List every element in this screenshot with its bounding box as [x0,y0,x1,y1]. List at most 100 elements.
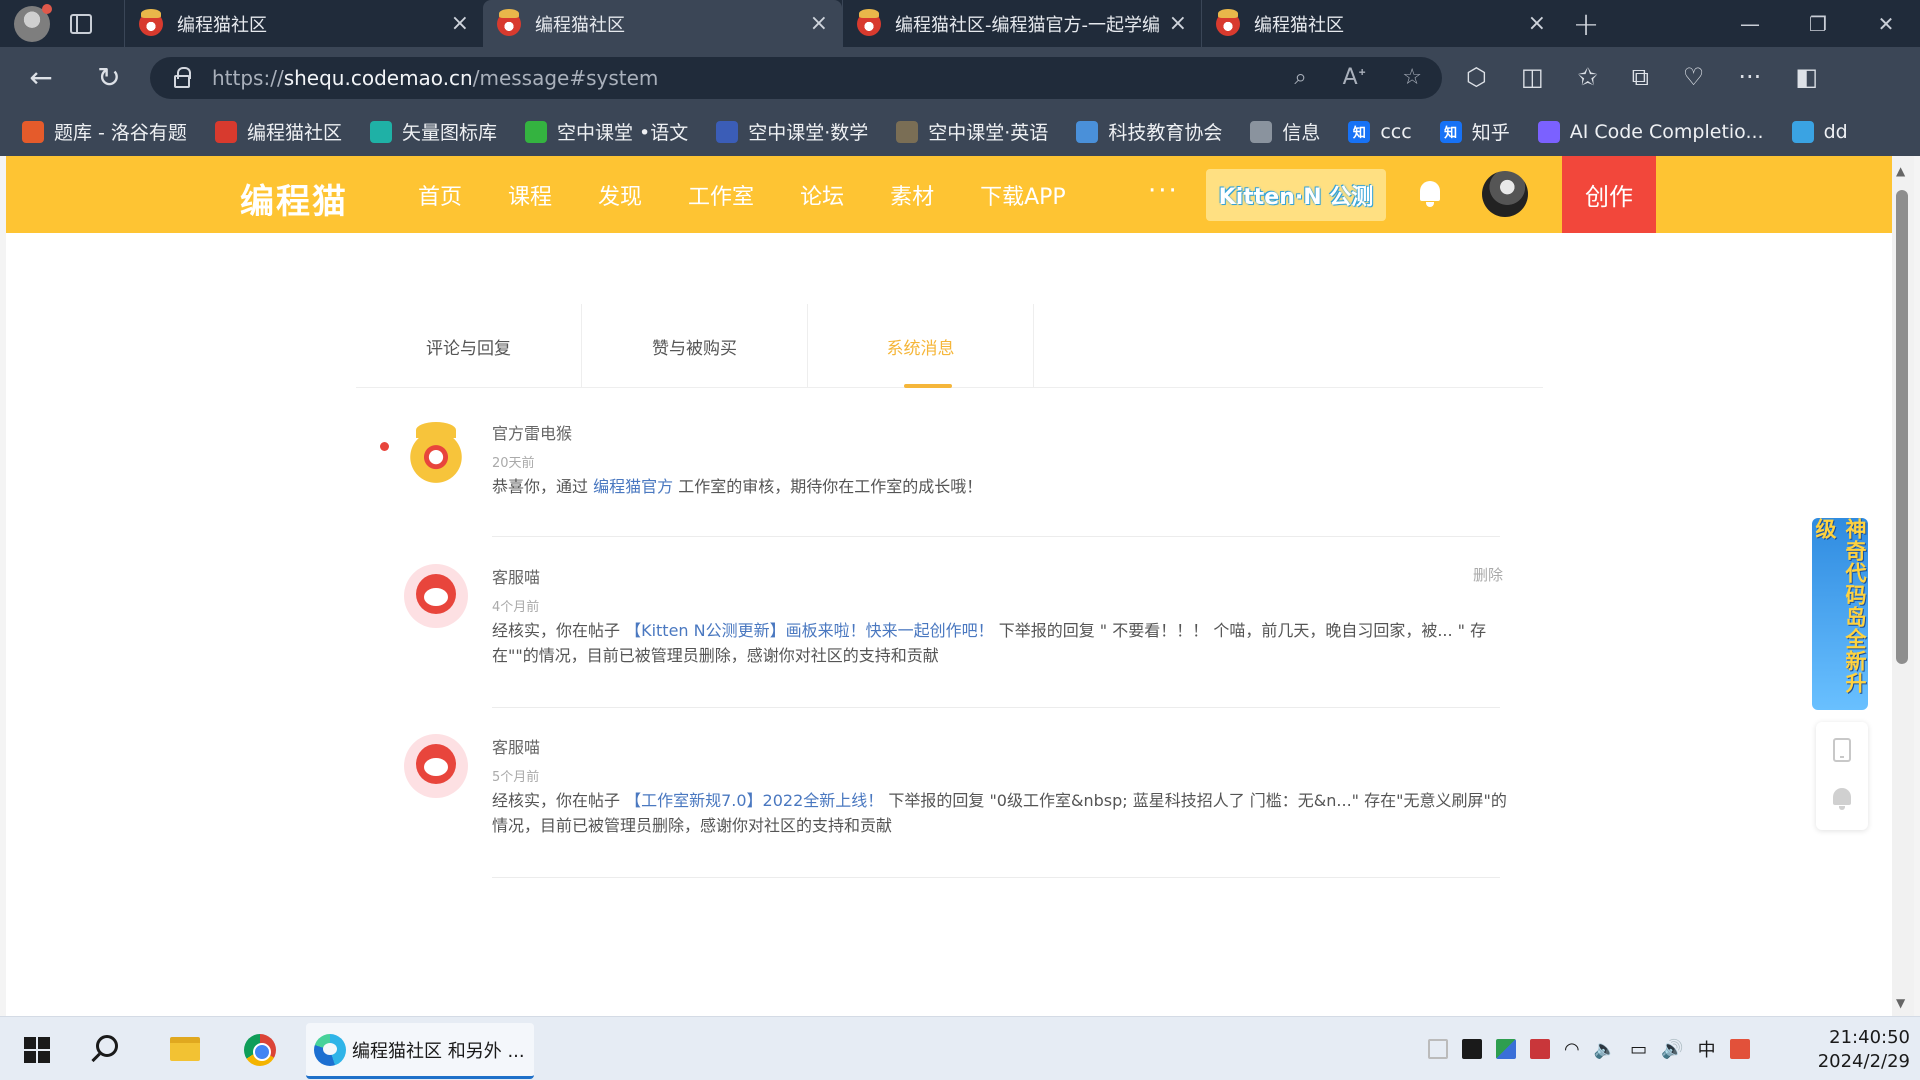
speaker-icon[interactable]: 🔈 [1594,1039,1616,1060]
codemao-favicon-icon [139,8,163,36]
tab-system-messages[interactable]: 系统消息 [808,304,1034,388]
bookmark-item[interactable]: 科技教育协会 [1076,118,1222,145]
create-button[interactable]: 创作 [1562,156,1656,233]
message-sender[interactable]: 客服喵 [492,734,540,758]
message-time: 20天前 [492,456,535,471]
bookmark-item[interactable]: 知知乎 [1439,118,1510,145]
tab-likes-purchases[interactable]: 赞与被购买 [582,304,808,388]
bookmark-item[interactable]: 题库 - 洛谷有题 [22,118,187,145]
wifi-icon[interactable]: ◠ [1564,1039,1580,1060]
windows-start-icon[interactable] [24,1037,50,1063]
chrome-icon[interactable] [244,1034,276,1066]
url-bar[interactable]: https://shequ.codemao.cn/message#system … [150,57,1442,99]
nav-more-icon[interactable]: ··· [1148,176,1179,206]
bookmark-label: 空中课堂·数学 [748,122,869,144]
site-header: 编程猫 首页 课程 发现 工作室 论坛 素材 下载APP ··· Kitten·… [6,156,1892,233]
extensions-icon[interactable]: ⬡ [1466,63,1487,91]
restore-icon[interactable]: ❐ [1784,12,1852,36]
url-text[interactable]: https://shequ.codemao.cn/message#system [212,66,658,90]
post-link[interactable]: 【工作室新规7.0】2022全新上线！ [625,791,883,810]
sidebar-toggle-icon[interactable]: ◧ [1795,63,1818,91]
url-path: /message#system [472,66,659,90]
cat-avatar[interactable] [404,734,468,798]
tab-comments-replies[interactable]: 评论与回复 [356,304,582,388]
nav-studio[interactable]: 工作室 [688,179,754,211]
side-bell-icon[interactable] [1832,788,1852,810]
scroll-down-icon[interactable]: ▼ [1896,996,1905,1010]
message-sender[interactable]: 官方雷电猴 [492,420,572,444]
site-logo[interactable]: 编程猫 [240,174,348,223]
nav-home[interactable]: 首页 [418,179,462,211]
browser-tab-2[interactable]: 编程猫社区 × [483,0,842,47]
user-avatar[interactable] [1482,171,1528,217]
nav-courses[interactable]: 课程 [508,179,552,211]
message-sender[interactable]: 客服喵 [492,564,540,588]
refresh-icon[interactable]: ↻ [82,61,136,94]
battery-icon[interactable]: ▭ [1630,1039,1647,1060]
url-bar-icons: ⌕ Aᐩ ☆ [1294,65,1422,90]
scrollbar-thumb[interactable] [1896,190,1908,664]
cat-avatar[interactable] [404,564,468,628]
close-tab-icon[interactable]: × [1528,11,1546,36]
bookmark-item[interactable]: 空中课堂 •语文 [524,118,688,145]
bookmark-item[interactable]: 知 ccc [1348,120,1412,143]
tray-app-icon[interactable] [1496,1039,1516,1059]
delete-button[interactable]: 删除 [1473,564,1503,585]
tray-app-icon[interactable] [1530,1039,1550,1059]
taskbar-search-icon[interactable] [96,1035,118,1057]
back-arrow-icon[interactable]: ← [14,61,68,94]
nav-materials[interactable]: 素材 [890,179,934,211]
notification-bell-icon[interactable] [1418,181,1442,207]
ime-indicator[interactable]: 中 [1698,1036,1716,1062]
codemao-favicon-icon [497,8,521,36]
bookmark-item[interactable]: AI Code Completio... [1537,120,1764,143]
bookmark-favicon-icon [22,120,44,143]
tray-window-icon[interactable] [1428,1039,1448,1059]
collections-icon[interactable]: ⧉ [1632,63,1649,91]
new-tab-button[interactable]: + [1560,0,1612,47]
browser-essentials-icon[interactable]: ♡ [1683,63,1705,91]
bookmark-item[interactable]: 编程猫社区 [214,118,342,145]
zoom-icon[interactable]: ⌕ [1294,65,1306,90]
message-body: 恭喜你，通过 编程猫官方 工作室的审核，期待你在工作室的成长哦！ [492,474,1512,499]
file-explorer-icon[interactable] [170,1037,200,1061]
kitten-n-beta-badge[interactable]: Kitten·N 公测 [1206,169,1386,221]
browser-tab-4[interactable]: 编程猫社区 × [1201,0,1560,47]
favorites-icon[interactable]: ✩ [1578,63,1598,91]
bookmark-item[interactable]: 空中课堂·英语 [896,118,1048,145]
nav-discover[interactable]: 发现 [598,179,642,211]
close-tab-icon[interactable]: × [810,11,828,36]
volume-icon[interactable]: 🔊 [1661,1039,1683,1060]
browser-tab-1[interactable]: 编程猫社区 × [124,0,483,47]
page-scrollbar[interactable]: ▲ ▼ [1892,156,1914,1016]
taskbar-clock[interactable]: 21:40:50 2024/2/29 [1790,1026,1910,1074]
bookmark-item[interactable]: 空中课堂·数学 [716,118,868,145]
close-tab-icon[interactable]: × [1169,11,1187,36]
nav-download-app[interactable]: 下载APP [980,179,1066,211]
browser-tab-3[interactable]: 编程猫社区-编程猫官方-一起学编 × [842,0,1201,47]
bookmark-item[interactable]: 信息 [1250,118,1320,145]
minimize-icon[interactable]: — [1716,12,1784,36]
more-options-icon[interactable]: ··· [1738,63,1761,91]
bookmark-item[interactable]: 矢量图标库 [369,118,497,145]
favorite-star-icon[interactable]: ☆ [1402,65,1422,90]
profile-avatar[interactable] [14,3,52,42]
nav-forum[interactable]: 论坛 [800,179,844,211]
sogou-ime-icon[interactable] [1729,1039,1750,1059]
scroll-up-icon[interactable]: ▲ [1896,164,1905,178]
post-link[interactable]: 【Kitten N公测更新】画板来啦！快来一起创作吧！ [625,621,994,640]
tray-app-icon[interactable] [1462,1039,1482,1059]
mobile-app-icon[interactable] [1833,738,1851,762]
split-screen-icon[interactable]: ◫ [1521,63,1544,91]
close-tab-icon[interactable]: × [451,11,469,36]
code-island-promo-banner[interactable]: 神奇代码岛全新升级 [1812,518,1868,710]
lock-icon[interactable] [174,66,191,88]
bookmark-item[interactable]: dd [1791,120,1848,143]
close-window-icon[interactable]: ✕ [1852,12,1920,36]
body-text: 经核实，你在帖子 [492,791,626,810]
taskbar-edge-button[interactable]: 编程猫社区 和另外 ... [306,1023,534,1079]
tab-actions-icon[interactable] [70,13,92,34]
tiger-avatar[interactable] [404,420,468,484]
studio-link[interactable]: 编程猫官方 [593,477,673,496]
read-aloud-icon[interactable]: Aᐩ [1343,65,1367,90]
